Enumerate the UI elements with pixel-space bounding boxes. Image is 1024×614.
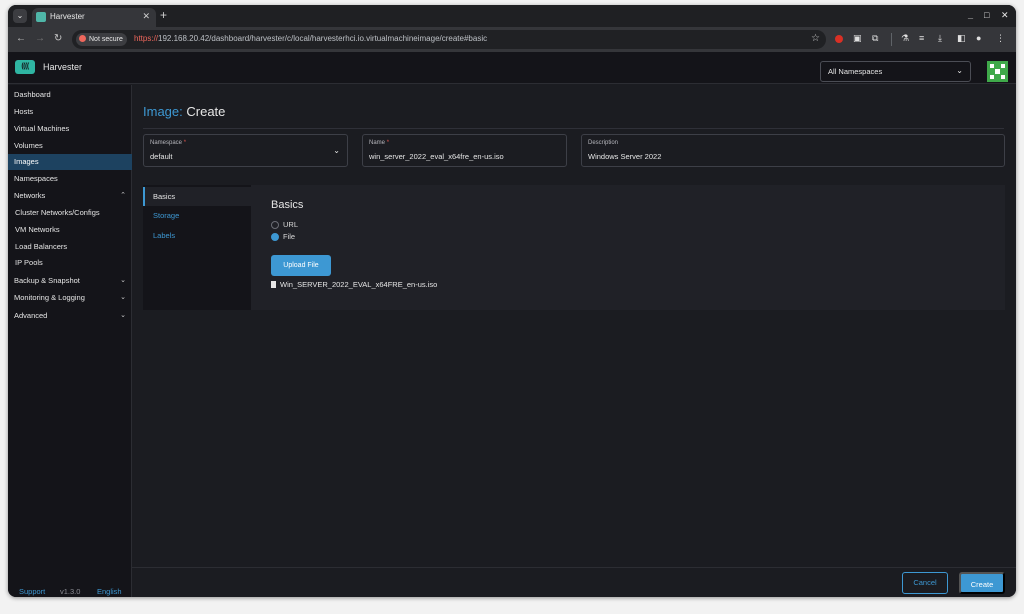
sidebar-item-ip-pools[interactable]: IP Pools — [8, 255, 132, 271]
extension-square-icon[interactable]: ▣ — [853, 33, 862, 44]
sidebar-item-namespaces[interactable]: Namespaces — [8, 171, 132, 187]
brand-name[interactable]: Harvester — [43, 62, 82, 72]
create-button[interactable]: Create — [959, 572, 1005, 594]
support-link[interactable]: Support — [19, 587, 45, 596]
namespace-filter-value: All Namespaces — [828, 67, 883, 76]
form-footer: Cancel Create — [132, 567, 1016, 597]
side-panel-icon[interactable]: ◧ — [957, 33, 966, 44]
vertical-tabs: Basics Storage Labels — [143, 185, 251, 310]
title-divider — [143, 128, 1004, 129]
tab-title: Harvester — [50, 12, 85, 21]
language-selector[interactable]: English — [97, 587, 122, 596]
forward-icon[interactable]: → — [35, 33, 45, 44]
selected-file-name: Win_SERVER_2022_EVAL_x64FRE_en-us.iso — [280, 280, 438, 289]
namespace-select[interactable]: Namespace * default ⌄ — [143, 134, 348, 167]
sidebar-item-load-balancers[interactable]: Load Balancers — [8, 239, 132, 255]
tab-basics[interactable]: Basics — [143, 187, 251, 206]
toolbar-divider — [891, 33, 892, 46]
extension-record-icon[interactable] — [835, 35, 843, 43]
browser-toolbar: ← → ↻ Not secure https://192.168.20.42/d… — [8, 27, 1016, 52]
page-title-kind[interactable]: Image: — [143, 104, 183, 119]
close-tab-icon[interactable]: ✕ — [142, 11, 150, 22]
back-icon[interactable]: ← — [16, 33, 26, 44]
chevron-down-icon: ⌄ — [120, 294, 126, 301]
media-queue-icon[interactable]: ≡ — [919, 33, 924, 43]
browser-menu-icon[interactable]: ⋮ — [996, 33, 1005, 44]
namespace-filter-select[interactable]: All Namespaces ⌄ — [820, 61, 971, 82]
sidebar-item-volumes[interactable]: Volumes — [8, 138, 132, 154]
sidebar-group-advanced[interactable]: Advanced ⌄ — [8, 308, 132, 324]
chevron-down-icon: ⌄ — [333, 146, 340, 155]
version-label: v1.3.0 — [60, 587, 81, 596]
description-field[interactable]: Description Windows Server 2022 — [581, 134, 1005, 167]
harvester-logo-icon[interactable]: (((( — [15, 60, 35, 74]
bookmark-star-icon[interactable]: ☆ — [811, 33, 820, 44]
browser-tab-strip: ⌄ Harvester ✕ + _ □ ✕ — [8, 5, 1016, 27]
maximize-icon[interactable]: □ — [984, 10, 989, 20]
sidebar-item-virtual-machines[interactable]: Virtual Machines — [8, 121, 132, 137]
tab-search-icon[interactable]: ⌄ — [13, 9, 27, 23]
sidebar-item-hosts[interactable]: Hosts — [8, 104, 132, 120]
file-icon — [271, 281, 276, 288]
sidebar-item-dashboard[interactable]: Dashboard — [8, 87, 132, 103]
sidebar-item-vm-networks[interactable]: VM Networks — [8, 222, 132, 238]
radio-checked-icon — [271, 233, 279, 241]
page-title: Image: Create — [143, 104, 225, 119]
browser-tab[interactable]: Harvester ✕ — [32, 8, 156, 27]
close-window-icon[interactable]: ✕ — [1001, 10, 1009, 21]
minimize-icon[interactable]: _ — [968, 10, 973, 20]
sidebar-item-images[interactable]: Images — [8, 154, 132, 170]
sidebar-item-cluster-networks[interactable]: Cluster Networks/Configs — [8, 205, 132, 221]
name-value: win_server_2022_eval_x64fre_en-us.iso — [369, 152, 504, 161]
upload-file-button[interactable]: Upload File — [271, 255, 331, 276]
user-avatar[interactable] — [987, 61, 1008, 82]
tab-storage[interactable]: Storage — [143, 206, 251, 225]
download-icon[interactable]: ⤓ — [938, 33, 942, 44]
labs-flask-icon[interactable]: ⚗ — [901, 33, 909, 44]
radio-unchecked-icon — [271, 221, 279, 229]
namespace-value: default — [150, 152, 173, 161]
selected-file: Win_SERVER_2022_EVAL_x64FRE_en-us.iso — [271, 280, 437, 289]
profile-icon[interactable]: ● — [976, 33, 981, 43]
new-tab-icon[interactable]: + — [160, 8, 167, 22]
browser-window: ⌄ Harvester ✕ + _ □ ✕ ← → ↻ Not secure h… — [8, 5, 1016, 597]
extensions-puzzle-icon[interactable]: ⧉ — [872, 33, 878, 44]
app-header: (((( Harvester All Namespaces ⌄ — [8, 52, 1016, 84]
main-content: Image: Create Namespace * default ⌄ Name… — [132, 85, 1016, 567]
name-field[interactable]: Name * win_server_2022_eval_x64fre_en-us… — [362, 134, 567, 167]
url-text: https://192.168.20.42/dashboard/harveste… — [134, 34, 488, 43]
basics-section-title: Basics — [271, 199, 304, 211]
page-title-action: Create — [186, 104, 226, 119]
cancel-button[interactable]: Cancel — [902, 572, 948, 594]
chevron-down-icon: ⌄ — [120, 277, 126, 284]
sidebar-group-networks[interactable]: Networks ⌃ — [8, 188, 132, 204]
address-bar[interactable]: Not secure https://192.168.20.42/dashboa… — [72, 30, 826, 49]
sidebar: Dashboard Hosts Virtual Machines Volumes… — [8, 85, 132, 597]
reload-icon[interactable]: ↻ — [54, 33, 62, 44]
chevron-down-icon: ⌄ — [120, 312, 126, 319]
tab-labels[interactable]: Labels — [143, 226, 251, 245]
chevron-down-icon: ⌄ — [956, 66, 963, 75]
warning-icon — [79, 35, 86, 42]
chevron-up-icon: ⌃ — [120, 192, 126, 199]
sidebar-group-backup-snapshot[interactable]: Backup & Snapshot ⌄ — [8, 273, 132, 289]
security-badge[interactable]: Not secure — [76, 33, 127, 46]
tabbed-panel: Basics Storage Labels Basics URL File Up… — [143, 185, 1005, 310]
description-value: Windows Server 2022 — [588, 152, 662, 161]
harvester-favicon-icon — [36, 12, 46, 22]
sidebar-group-monitoring-logging[interactable]: Monitoring & Logging ⌄ — [8, 290, 132, 306]
